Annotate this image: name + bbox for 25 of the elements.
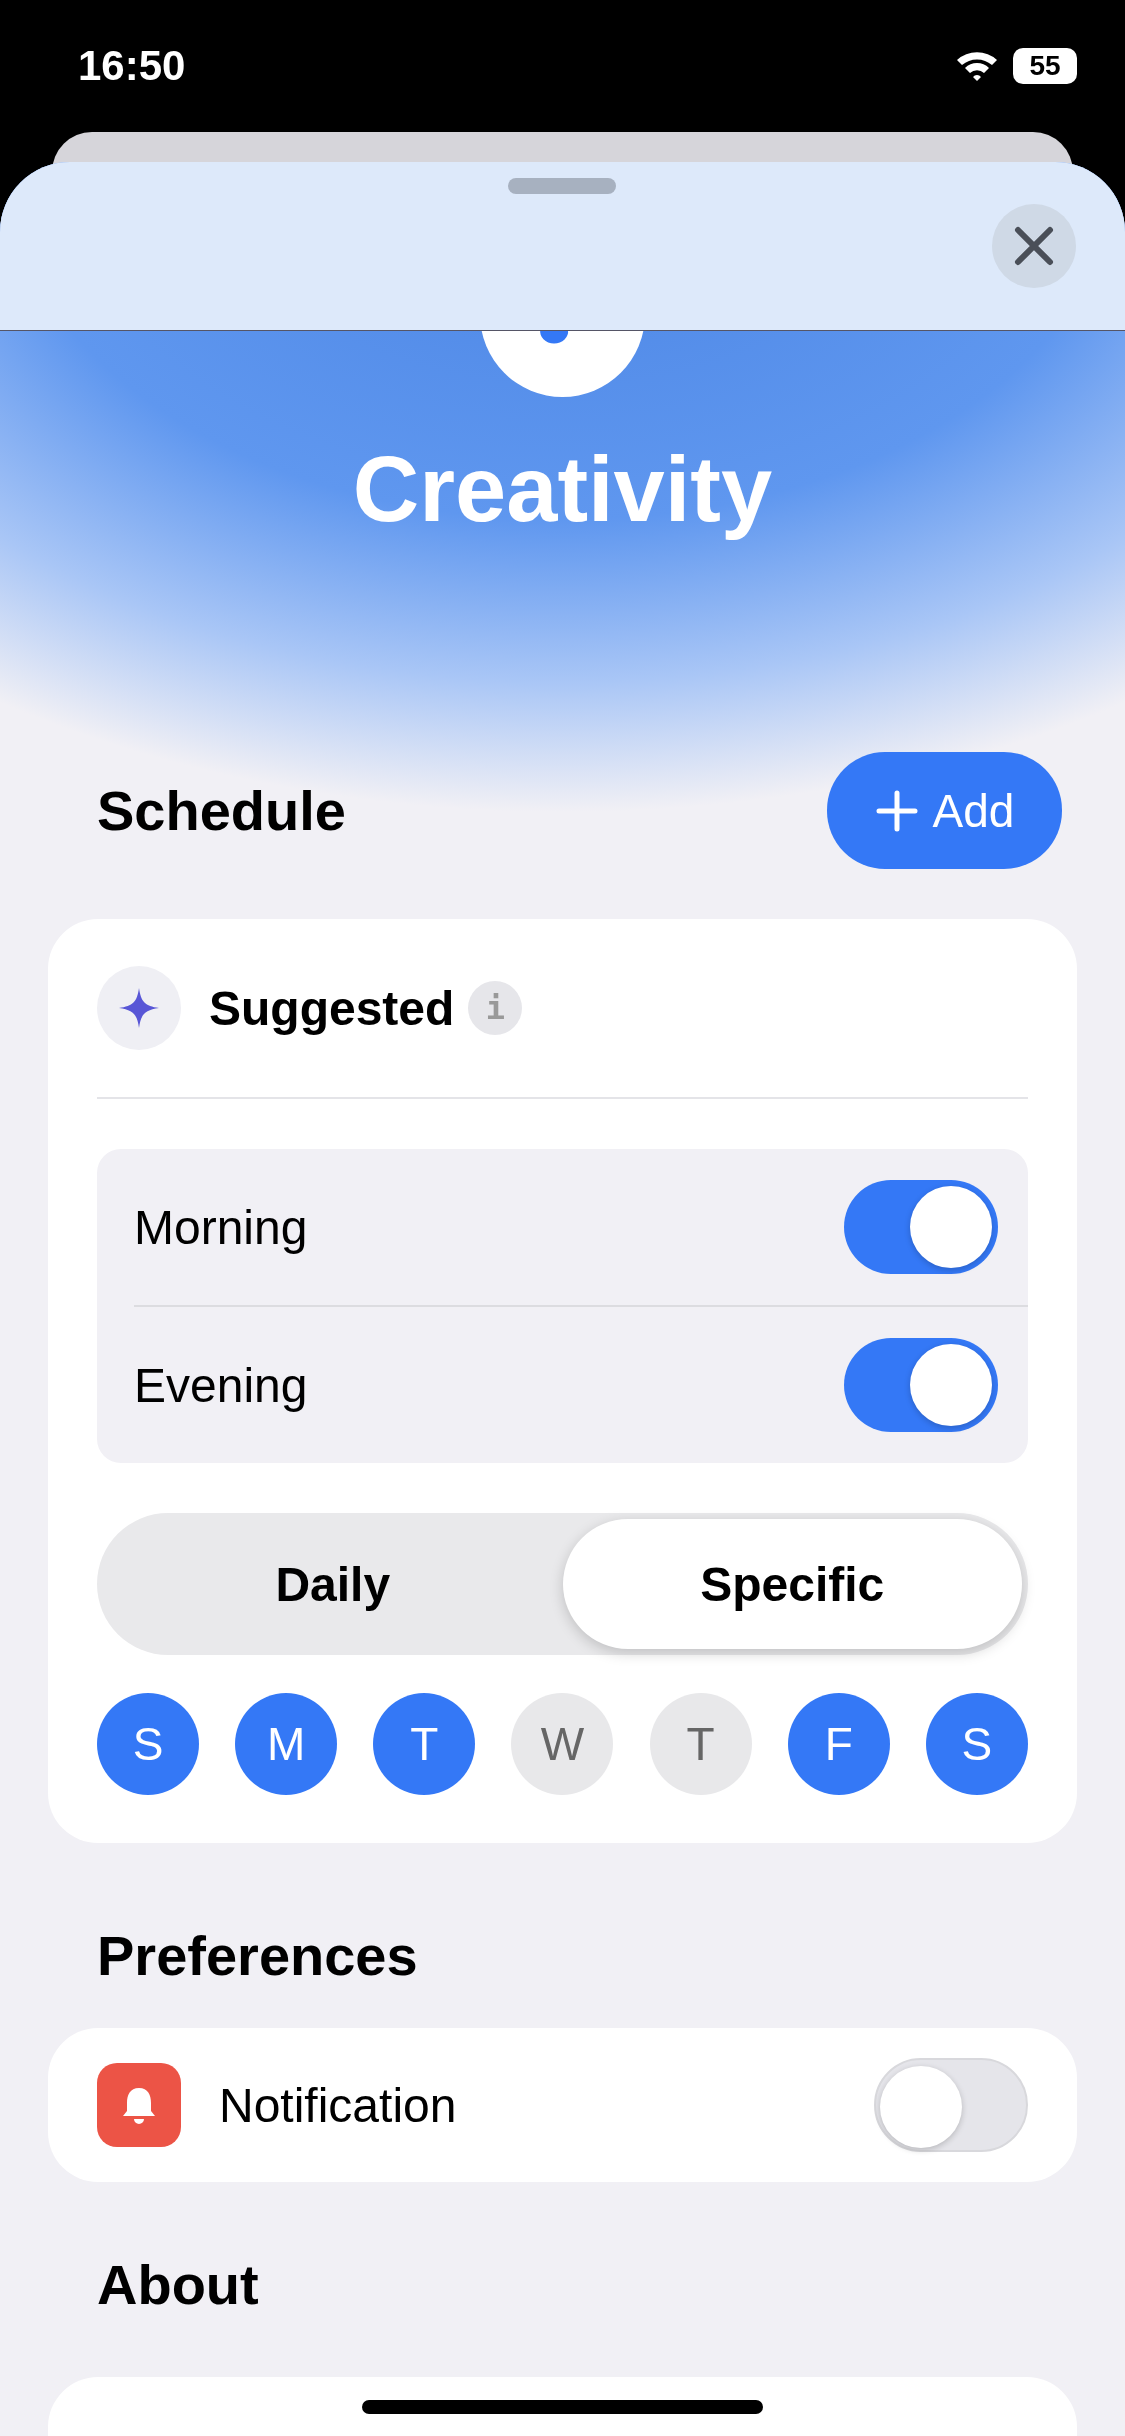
time-label: Morning: [134, 1199, 308, 1255]
segment-option[interactable]: Daily: [103, 1519, 563, 1649]
day-toggle[interactable]: T: [649, 1693, 752, 1795]
suggested-label: Suggested: [209, 980, 455, 1036]
plus-icon: [874, 788, 919, 833]
day-toggle[interactable]: W: [511, 1693, 614, 1795]
day-toggle[interactable]: S: [97, 1693, 199, 1795]
wifi-icon: [955, 49, 999, 83]
day-toggle[interactable]: F: [787, 1693, 890, 1795]
info-button[interactable]: i: [468, 981, 523, 1035]
close-icon: [1012, 224, 1056, 268]
segment-option[interactable]: Specific: [562, 1519, 1022, 1649]
day-toggle[interactable]: T: [373, 1693, 476, 1795]
bell-icon: [97, 2063, 181, 2147]
section-heading: Schedule: [97, 778, 346, 843]
status-time: 16:50: [78, 42, 186, 90]
section-heading: Preferences: [97, 1923, 418, 1988]
add-button[interactable]: Add: [827, 752, 1062, 869]
time-label: Evening: [134, 1357, 308, 1413]
page-title: Creativity: [352, 437, 773, 542]
section-heading: About: [97, 2252, 259, 2317]
battery-indicator: 55: [1013, 48, 1077, 84]
day-toggle[interactable]: M: [235, 1693, 338, 1795]
preference-label: Notification: [219, 2077, 458, 2133]
day-toggle[interactable]: S: [925, 1693, 1028, 1795]
